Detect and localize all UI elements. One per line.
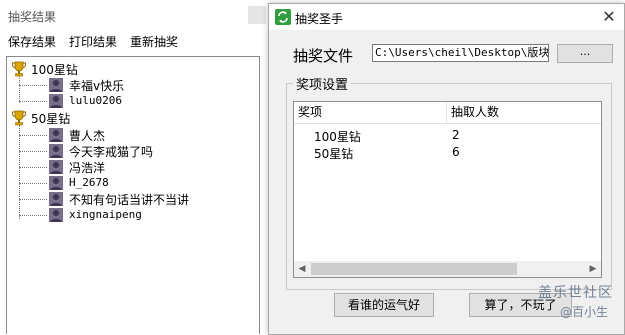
scroll-thumb[interactable] xyxy=(311,263,517,275)
tree-connector xyxy=(19,101,47,102)
dialog-titlebar[interactable]: 抽奖圣手 ✕ xyxy=(269,4,624,30)
user-avatar-icon xyxy=(49,192,63,206)
close-icon[interactable]: ✕ xyxy=(599,7,619,27)
user-avatar-icon xyxy=(49,208,63,222)
trophy-icon xyxy=(12,61,26,77)
file-label: 抽奖文件 xyxy=(293,47,354,65)
winner-name: lulu0206 xyxy=(69,94,122,107)
results-menubar: 保存结果 打印结果 重新抽奖 xyxy=(0,30,270,52)
tree-connector xyxy=(19,167,47,168)
menu-print-results[interactable]: 打印结果 xyxy=(69,33,117,50)
user-avatar-icon xyxy=(49,176,63,190)
app-refresh-icon xyxy=(275,9,291,25)
menu-redraw[interactable]: 重新抽奖 xyxy=(130,33,178,50)
tree-connector xyxy=(19,183,47,184)
results-window-title: 抽奖结果 xyxy=(8,10,57,24)
tree-connector xyxy=(19,85,47,86)
winner-name: H_2678 xyxy=(69,176,109,189)
prize-list[interactable]: 奖项 抽取人数 100星钻 2 50星钻 6 ◀ ▶ xyxy=(293,101,602,278)
user-avatar-icon xyxy=(49,160,63,174)
prize-name-cell[interactable]: 50星钻 xyxy=(314,145,353,162)
user-avatar-icon xyxy=(49,94,63,108)
scroll-left-icon[interactable]: ◀ xyxy=(294,261,310,277)
column-header-prize[interactable]: 奖项 xyxy=(294,102,447,124)
file-path-field[interactable]: C:\Users\cheil\Desktop\版块活 xyxy=(372,44,549,62)
winner-name: 不知有句话当讲不当讲 xyxy=(69,193,190,207)
draw-button[interactable]: 看谁的运气好 xyxy=(334,293,434,317)
prize-name-cell[interactable]: 100星钻 xyxy=(314,128,361,145)
tree-connector xyxy=(19,125,20,219)
prize-settings-legend: 奖项设置 xyxy=(293,74,352,93)
scroll-right-icon[interactable]: ▶ xyxy=(585,261,601,277)
prize-count-cell[interactable]: 6 xyxy=(452,145,460,159)
tree-group-label: 100星钻 xyxy=(31,63,78,77)
horizontal-scrollbar[interactable]: ◀ ▶ xyxy=(294,261,601,277)
user-avatar-icon xyxy=(49,128,63,142)
winner-name: 幸福v快乐 xyxy=(69,79,125,93)
tree-connector xyxy=(19,75,20,103)
trophy-icon xyxy=(12,110,26,126)
watermark-author: @百小生 xyxy=(560,305,609,319)
user-avatar-icon xyxy=(49,144,63,158)
winner-name: 冯浩洋 xyxy=(69,161,106,175)
tree-connector xyxy=(19,151,47,152)
user-avatar-icon xyxy=(49,78,63,92)
tree-group-label: 50星钻 xyxy=(31,112,71,126)
winner-name: xingnaipeng xyxy=(69,208,142,221)
watermark-text: 盖乐世社区 xyxy=(538,285,613,301)
menu-save-results[interactable]: 保存结果 xyxy=(8,33,56,50)
tree-connector xyxy=(19,135,47,136)
browse-button[interactable]: ... xyxy=(557,44,613,63)
tree-connector xyxy=(19,215,47,216)
tree-connector xyxy=(19,199,47,200)
prize-count-cell[interactable]: 2 xyxy=(452,128,460,142)
winner-name: 今天李戒猫了吗 xyxy=(69,145,154,159)
dialog-title: 抽奖圣手 xyxy=(295,12,344,26)
column-header-count[interactable]: 抽取人数 xyxy=(447,102,601,124)
results-tree[interactable]: 100星钻 幸福v快乐 lulu0206 50星钻 曹人杰 今天李戒猫了吗 冯浩… xyxy=(6,56,260,334)
results-window-control[interactable] xyxy=(248,6,266,24)
winner-name: 曹人杰 xyxy=(69,129,106,143)
